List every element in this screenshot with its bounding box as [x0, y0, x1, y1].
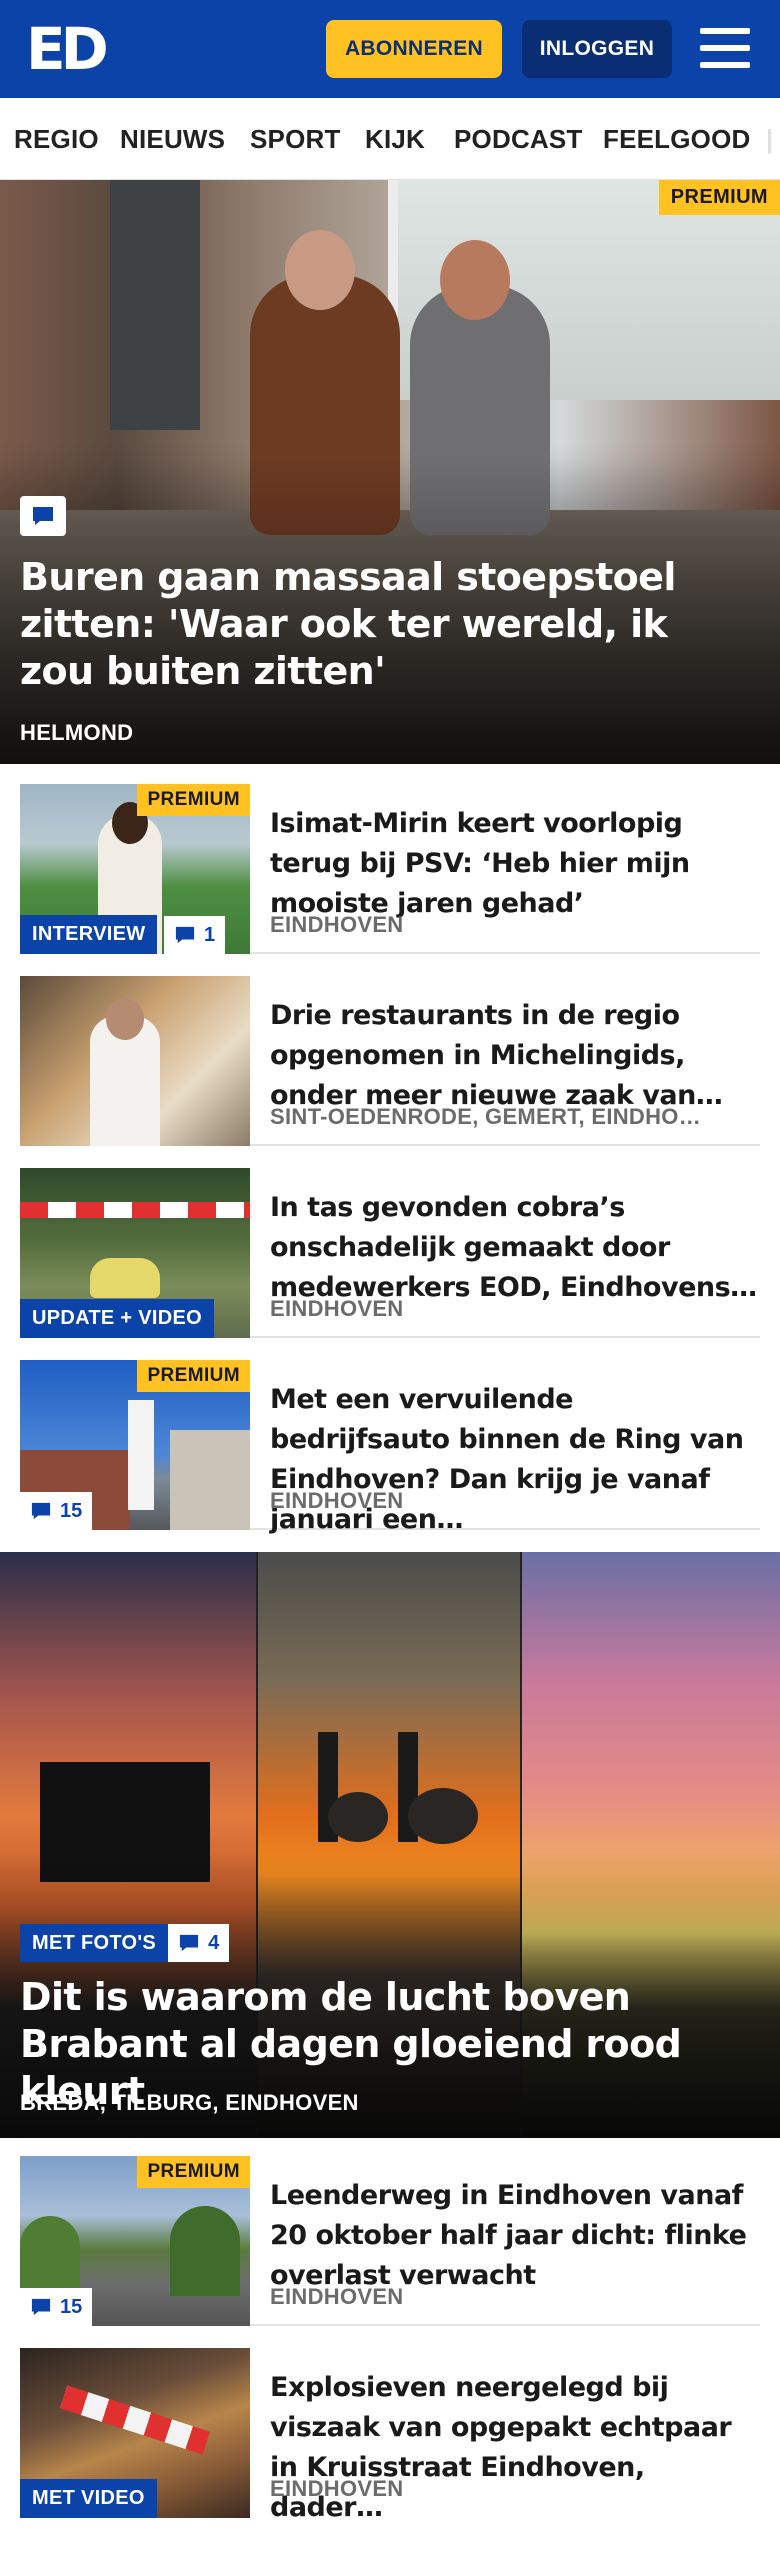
comment-bubble-icon — [31, 1502, 51, 1520]
comment-bubble-icon — [175, 926, 195, 944]
comment-bubble-icon — [20, 496, 66, 536]
article-location: EINDHOVEN — [270, 1296, 404, 1321]
top-header: ED ABONNEREN INLOGGEN — [0, 0, 780, 98]
nav-item-regio[interactable]: REGIO — [14, 124, 99, 155]
premium-badge: PREMIUM — [137, 1360, 250, 1392]
comment-count: 4 — [168, 1924, 230, 1962]
article-location: EINDHOVEN — [270, 2284, 404, 2309]
site-logo[interactable]: ED — [26, 20, 109, 78]
article-title[interactable]: Explosieven neergelegd bij viszaak van o… — [270, 2368, 760, 2528]
nav-item-podcast[interactable]: PODCAST — [454, 124, 583, 155]
premium-badge: PREMIUM — [137, 784, 250, 816]
premium-badge: PREMIUM — [137, 2156, 250, 2188]
article-thumbnail: PREMIUM INTERVIEW 1 — [20, 784, 250, 954]
hero-location: HELMOND — [20, 720, 134, 745]
article-title[interactable]: Isimat-Mirin keert voorlopig terug bij P… — [270, 804, 760, 924]
nav-item-nieuws[interactable]: NIEUWS — [120, 124, 225, 155]
hero-image-door — [110, 180, 200, 430]
article-location: EINDHOVEN — [270, 912, 404, 937]
subscribe-button[interactable]: ABONNEREN — [326, 20, 502, 78]
comment-count-value: 1 — [204, 923, 216, 946]
article-tag: MET VIDEO — [20, 2479, 157, 2518]
article-title[interactable]: Leenderweg in Eindhoven vanaf 20 oktober… — [270, 2176, 760, 2296]
article-thumbnail: PREMIUM 15 — [20, 1360, 250, 1530]
article-tag: INTERVIEW — [20, 915, 158, 954]
article-thumbnail: MET VIDEO — [20, 2348, 250, 2518]
nav-item-kijk[interactable]: KIJK — [365, 124, 425, 155]
hamburger-menu-icon[interactable] — [700, 26, 750, 70]
feature-tags: MET FOTO'S 4 — [20, 1924, 230, 1962]
article-tag: UPDATE + VIDEO — [20, 1299, 214, 1338]
hero-image-head — [440, 240, 510, 320]
feature-location: BREDA, TILBURG, EINDHOVEN — [20, 2090, 359, 2115]
list-item[interactable]: PREMIUM 15 Leenderweg in Eindhoven vanaf… — [20, 2156, 760, 2326]
comment-count-value: 15 — [60, 1499, 83, 1522]
nav-item-sport[interactable]: SPORT — [250, 124, 341, 155]
article-location: SINT-OEDENRODE, GEMERT, EINDHO… — [270, 1104, 702, 1129]
article-title[interactable]: Drie restaurants in de regio opgenomen i… — [270, 996, 760, 1116]
list-item[interactable]: PREMIUM 15 Met een vervuilende bedrijfsa… — [20, 1360, 760, 1535]
hero-article[interactable]: PREMIUM Buren gaan massaal stoepstoel zi… — [0, 180, 780, 764]
article-title[interactable]: Met een vervuilende bedrijfsauto binnen … — [270, 1380, 760, 1540]
nav-scroll-fade — [756, 98, 780, 179]
subscribe-label: ABONNEREN — [344, 37, 484, 60]
comment-count-value: 15 — [60, 2295, 83, 2318]
list-item[interactable]: MET VIDEO Explosieven neergelegd bij vis… — [20, 2348, 760, 2523]
comment-bubble-icon — [31, 2298, 51, 2316]
logo-text: ED — [26, 15, 109, 83]
article-thumbnail: UPDATE + VIDEO — [20, 1168, 250, 1338]
comment-count: 15 — [20, 1492, 93, 1530]
comment-count: 1 — [164, 916, 226, 954]
article-location: EINDHOVEN — [270, 2476, 404, 2501]
login-button[interactable]: INLOGGEN — [522, 20, 672, 78]
section-nav: REGIO NIEUWS SPORT KIJK PODCAST FEELGOOD… — [0, 98, 780, 180]
nav-item-feelgood[interactable]: FEELGOOD — [603, 124, 751, 155]
article-location: EINDHOVEN — [270, 1488, 404, 1513]
feature-article[interactable]: MET FOTO'S 4 Dit is waarom de lucht bove… — [0, 1552, 780, 2138]
article-title[interactable]: In tas gevonden cobra’s onschadelijk gem… — [270, 1188, 760, 1308]
login-label: INLOGGEN — [539, 37, 655, 60]
list-item[interactable]: UPDATE + VIDEO In tas gevonden cobra’s o… — [20, 1168, 760, 1338]
article-tag: MET FOTO'S — [20, 1924, 169, 1962]
hero-image-head — [285, 230, 355, 310]
premium-badge: PREMIUM — [658, 180, 780, 215]
hero-title[interactable]: Buren gaan massaal stoepstoel zitten: 'W… — [20, 554, 740, 695]
article-thumbnail — [20, 976, 250, 1146]
list-item[interactable]: PREMIUM INTERVIEW 1 Isimat-Mirin keert v… — [20, 784, 760, 954]
comment-count-value: 4 — [208, 1931, 220, 1954]
comment-bubble-icon — [179, 1934, 199, 1952]
comment-count: 15 — [20, 2288, 93, 2326]
article-thumbnail: PREMIUM 15 — [20, 2156, 250, 2326]
list-item[interactable]: Drie restaurants in de regio opgenomen i… — [20, 976, 760, 1146]
